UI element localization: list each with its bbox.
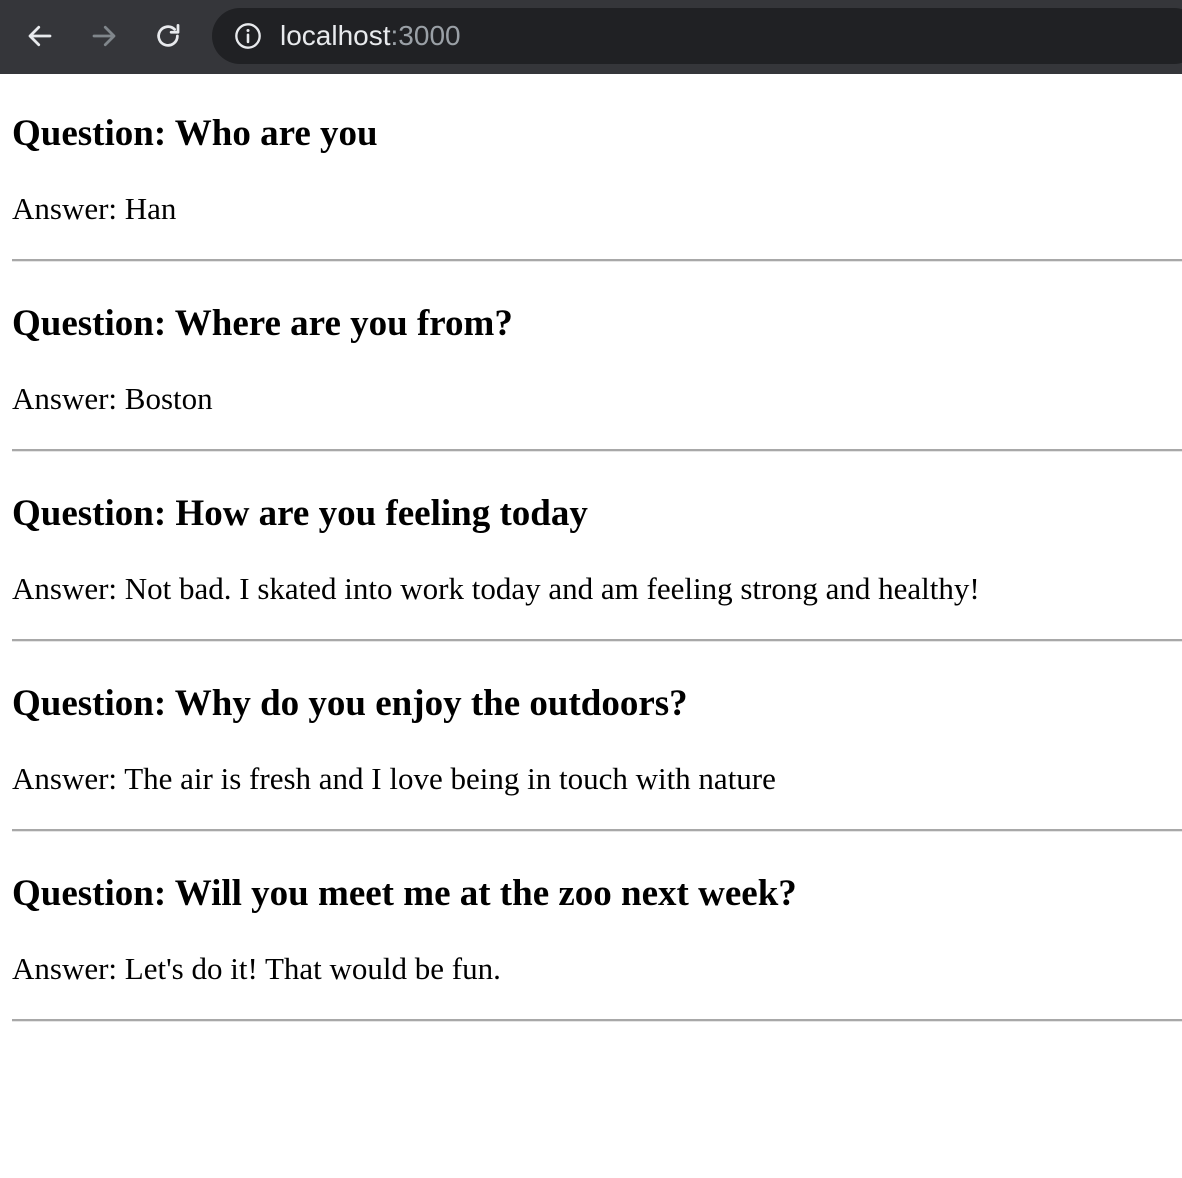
divider [12, 639, 1182, 642]
url-port: :3000 [390, 20, 461, 51]
qa-item: Question: Will you meet me at the zoo ne… [12, 834, 1182, 1024]
question-heading: Question: Will you meet me at the zoo ne… [12, 873, 797, 914]
qa-item: Question: How are you feeling today Answ… [12, 454, 1182, 644]
reload-button[interactable] [148, 16, 188, 56]
answer-text: Answer: Boston [12, 381, 213, 416]
url-text[interactable]: localhost:3000 [280, 21, 461, 51]
divider [12, 1019, 1182, 1022]
divider [12, 829, 1182, 832]
qa-item: Question: Where are you from? Answer: Bo… [12, 264, 1182, 454]
arrow-right-icon [92, 25, 116, 47]
question-heading: Question: Who are you [12, 113, 378, 154]
arrow-left-icon [28, 25, 52, 47]
divider [12, 449, 1182, 452]
reload-icon [157, 24, 180, 47]
answer-text: Answer: Let's do it! That would be fun. [12, 951, 501, 986]
answer-text: Answer: Han [12, 191, 177, 226]
url-host: localhost [280, 20, 391, 51]
question-heading: Question: How are you feeling today [12, 493, 588, 534]
back-button[interactable] [20, 16, 60, 56]
question-heading: Question: Why do you enjoy the outdoors? [12, 683, 688, 724]
address-bar[interactable]: localhost:3000 [212, 8, 1182, 64]
answer-text: Answer: Not bad. I skated into work toda… [12, 571, 980, 606]
qa-list: Question: Who are you Answer: Han Questi… [12, 74, 1182, 1024]
forward-button[interactable] [84, 16, 124, 56]
qa-item: Question: Who are you Answer: Han [12, 74, 1182, 264]
browser-toolbar: localhost:3000 [0, 0, 1182, 74]
answer-text: Answer: The air is fresh and I love bein… [12, 761, 776, 796]
info-icon[interactable] [234, 22, 262, 50]
qa-item: Question: Why do you enjoy the outdoors?… [12, 644, 1182, 834]
divider [12, 259, 1182, 262]
question-heading: Question: Where are you from? [12, 303, 513, 344]
